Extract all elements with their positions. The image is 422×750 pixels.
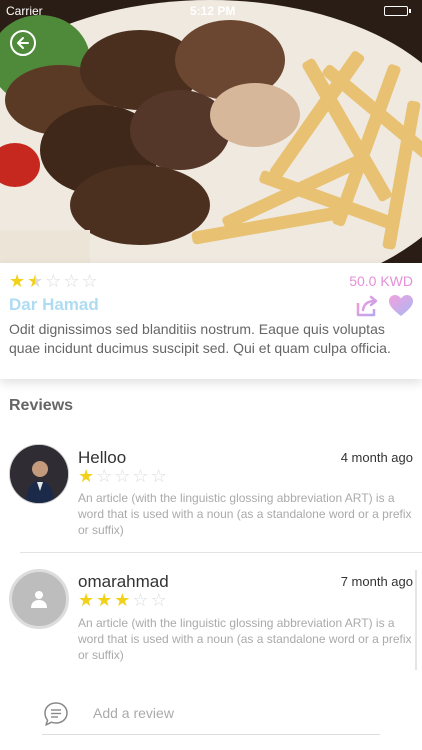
- chat-icon: [44, 702, 68, 726]
- avatar: [9, 444, 69, 504]
- add-review-field[interactable]: Add a review: [42, 697, 380, 735]
- add-review-placeholder: Add a review: [93, 705, 174, 721]
- review-item: Helloo 4 month ago ★ ☆ ☆ ☆ ☆ An article (wit…: [0, 440, 422, 550]
- review-item: omarahmad 7 month ago ★ ★ ★ ☆ ☆ An article (…: [0, 565, 422, 675]
- star-empty-icon: ☆: [96, 466, 113, 487]
- restaurant-description: Odit dignissimos sed blanditiis nostrum.…: [9, 321, 391, 356]
- star-empty-icon: ☆: [132, 466, 149, 487]
- heart-icon[interactable]: [388, 293, 414, 319]
- review-time: 7 month ago: [340, 574, 413, 589]
- restaurant-rating: ★ ★ ☆ ☆ ☆: [9, 273, 98, 291]
- star-empty-icon: ☆: [81, 271, 98, 292]
- share-icon[interactable]: [354, 293, 380, 319]
- restaurant-photo: [0, 0, 422, 263]
- star-half-icon: ★: [27, 271, 44, 292]
- user-icon: [31, 591, 47, 608]
- battery-icon: [384, 6, 411, 16]
- clock: 5:12 PM: [190, 4, 236, 18]
- star-empty-icon: ☆: [150, 466, 167, 487]
- divider: [20, 552, 422, 553]
- back-button[interactable]: [10, 30, 36, 56]
- restaurant-info-card: ★ ★ ☆ ☆ ☆ 50.0 KWD Dar Hamad Odit dignissim: [0, 263, 422, 379]
- reviews-heading: Reviews: [9, 397, 74, 414]
- review-rating: ★ ☆ ☆ ☆ ☆: [78, 468, 167, 486]
- star-empty-icon: ☆: [114, 466, 131, 487]
- star-filled-icon: ★: [114, 590, 131, 611]
- star-empty-icon: ☆: [132, 590, 149, 611]
- food-illustration: [0, 0, 422, 263]
- star-empty-icon: ☆: [63, 271, 80, 292]
- restaurant-name: Dar Hamad: [9, 295, 99, 314]
- star-empty-icon: ☆: [45, 271, 62, 292]
- star-empty-icon: ☆: [150, 590, 167, 611]
- star-filled-icon: ★: [9, 271, 26, 292]
- star-filled-icon: ★: [96, 590, 113, 611]
- carrier-label: Carrier: [6, 4, 43, 18]
- back-arrow-icon: [17, 37, 29, 49]
- scrollbar[interactable]: [415, 570, 417, 670]
- review-time: 4 month ago: [340, 450, 413, 465]
- reviewer-name: omarahmad: [78, 572, 169, 591]
- star-filled-icon: ★: [78, 590, 95, 611]
- price-label: 50.0 KWD: [349, 273, 413, 289]
- star-filled-icon: ★: [78, 466, 95, 487]
- reviewer-name: Helloo: [78, 448, 127, 467]
- review-text: An article (with the linguistic glossing…: [78, 616, 412, 662]
- avatar: [9, 569, 69, 629]
- review-text: An article (with the linguistic glossing…: [78, 491, 412, 537]
- review-rating: ★ ★ ★ ☆ ☆: [78, 592, 167, 610]
- status-bar: Carrier 5:12 PM: [0, 0, 422, 22]
